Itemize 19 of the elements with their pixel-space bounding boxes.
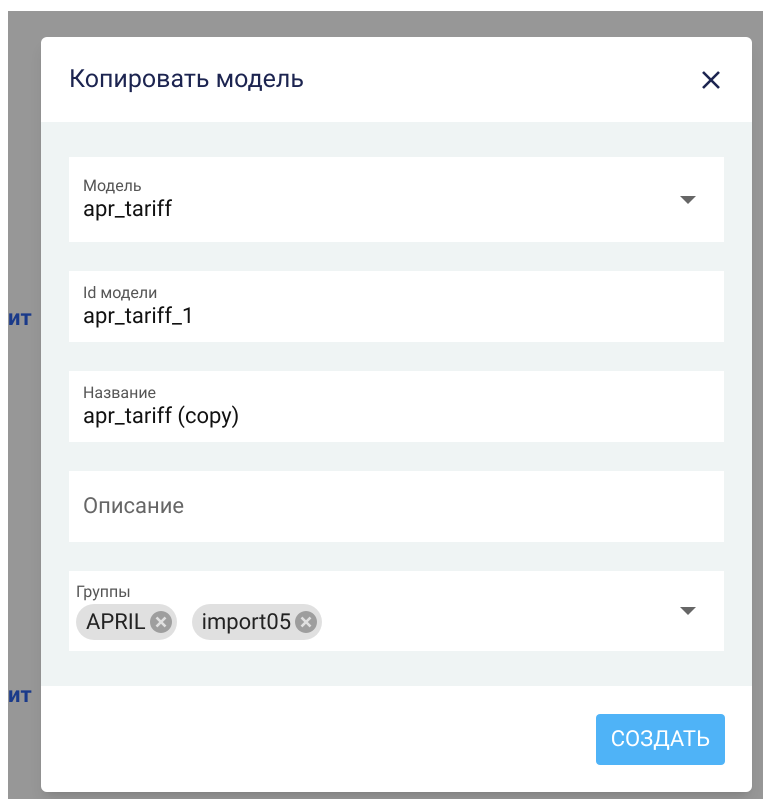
close-icon[interactable] bbox=[700, 68, 722, 90]
field-label: Название bbox=[83, 382, 158, 403]
dropdown-caret-icon[interactable] bbox=[680, 607, 696, 615]
input-field[interactable]: Описание bbox=[69, 471, 724, 542]
input-field[interactable]: Название apr_tariff (copy) bbox=[69, 371, 724, 442]
dropdown-caret-icon[interactable] bbox=[680, 196, 696, 204]
chip-label: APRIL bbox=[86, 608, 146, 636]
groups-select[interactable]: Группы APRIL import05 bbox=[69, 571, 724, 651]
field-label: Модель bbox=[83, 176, 143, 196]
field-label: Id модели bbox=[83, 282, 158, 303]
input-field[interactable]: Id модели apr_tariff_1 bbox=[69, 271, 724, 342]
dialog-title: Копировать модель bbox=[69, 64, 304, 96]
placeholder-text: Описание bbox=[83, 493, 184, 521]
model-select[interactable]: Модель apr_tariff bbox=[69, 157, 724, 242]
field-value: apr_tariff (copy) bbox=[83, 402, 240, 430]
field-value: apr_tariff_1 bbox=[83, 302, 194, 330]
chip-label: import05 bbox=[202, 608, 292, 636]
field-label: Группы bbox=[76, 582, 132, 602]
field-value: apr_tariff bbox=[83, 196, 172, 224]
